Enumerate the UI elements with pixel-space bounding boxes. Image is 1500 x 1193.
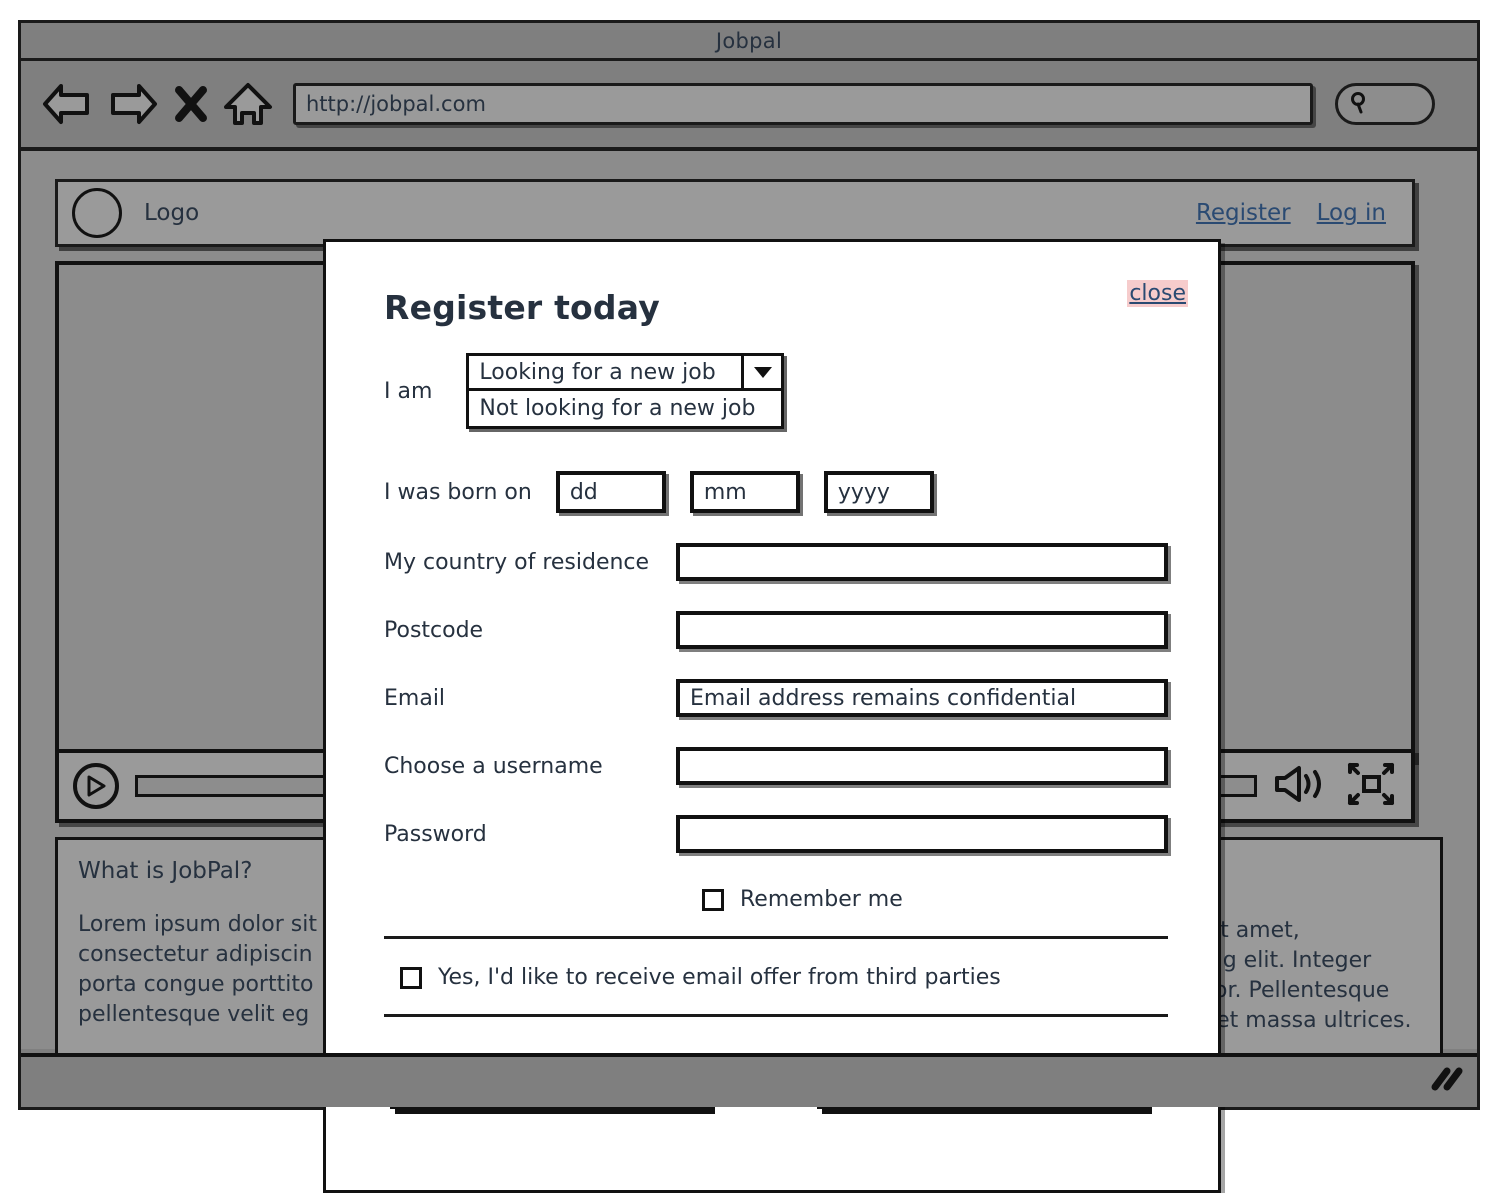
search-input[interactable] (1335, 83, 1435, 125)
country-of-residence-input[interactable] (676, 543, 1168, 581)
dob-day-input[interactable]: dd (555, 471, 666, 513)
resize-grip-icon[interactable] (1421, 1063, 1465, 1097)
email-label: Email (384, 685, 446, 711)
remember-me-checkbox[interactable] (702, 888, 724, 911)
window-title: Jobpal (715, 28, 783, 53)
register-dialog: close Register today I am Looking for a … (323, 239, 1221, 1193)
email-offers-checkbox[interactable] (400, 966, 422, 989)
back-arrow-icon[interactable] (41, 82, 93, 126)
i-am-option-label: Not looking for a new job (479, 396, 756, 421)
fullscreen-icon[interactable] (1345, 761, 1397, 811)
i-am-selected-value: Looking for a new job (479, 359, 716, 385)
password-row: Password (384, 815, 1168, 853)
password-input[interactable] (676, 815, 1168, 853)
page-viewport: Logo Register Log in What is JobPal? Lor… (21, 151, 1477, 1193)
divider-bottom (384, 1014, 1168, 1017)
url-bar[interactable]: http://jobpal.com (293, 83, 1313, 125)
username-row: Choose a username (384, 747, 1168, 785)
remember-me-row: Remember me (384, 887, 1168, 912)
status-bar (21, 1053, 1477, 1107)
browser-window: Jobpal http://jobpal.com Logo Register L… (18, 20, 1480, 1193)
nav-link-register[interactable]: Register (1196, 200, 1291, 226)
browser-toolbar: http://jobpal.com (21, 61, 1477, 151)
email-input[interactable]: Email address remains confidential (676, 679, 1168, 717)
postcode-label: Postcode (384, 617, 484, 643)
logo-label: Logo (144, 200, 200, 226)
url-text: http://jobpal.com (306, 92, 486, 116)
home-icon[interactable] (223, 81, 273, 127)
site-nav-links: Register Log in (1196, 200, 1386, 226)
dob-row: I was born on dd mm yyyy (384, 471, 1168, 513)
close-link[interactable]: close (1127, 280, 1188, 307)
dob-year-input[interactable]: yyyy (823, 471, 934, 513)
username-label: Choose a username (384, 753, 603, 779)
email-offers-label: Yes, I'd like to receive email offer fro… (438, 965, 1001, 990)
search-icon (1348, 90, 1372, 118)
email-row: Email Email address remains confidential (384, 679, 1168, 717)
forward-arrow-icon[interactable] (107, 82, 159, 126)
divider-top (384, 936, 1168, 939)
postcode-input[interactable] (676, 611, 1168, 649)
country-row: My country of residence (384, 543, 1168, 581)
i-am-label: I am (384, 378, 433, 404)
i-am-select[interactable]: Looking for a new job (466, 353, 785, 391)
i-am-option-not-looking[interactable]: Not looking for a new job (466, 391, 785, 429)
i-am-row: I am Looking for a new job Not looking f… (384, 353, 1168, 429)
remember-me-label: Remember me (740, 887, 903, 912)
postcode-row: Postcode (384, 611, 1168, 649)
window-title-bar: Jobpal (21, 23, 1477, 61)
password-label: Password (384, 821, 487, 847)
nav-link-login[interactable]: Log in (1317, 200, 1386, 226)
dob-month-input[interactable]: mm (689, 471, 800, 513)
play-icon[interactable] (73, 763, 119, 809)
volume-icon[interactable] (1273, 763, 1331, 809)
email-offers-row: Yes, I'd like to receive email offer fro… (384, 965, 1168, 990)
site-header: Logo Register Log in (55, 179, 1415, 247)
logo-circle-icon (72, 188, 122, 238)
dob-label: I was born on (384, 479, 532, 505)
browser-nav-icons (21, 81, 273, 127)
stop-x-icon[interactable] (173, 82, 209, 126)
chevron-down-icon[interactable] (741, 356, 781, 388)
username-input[interactable] (676, 747, 1168, 785)
country-of-residence-label: My country of residence (384, 549, 650, 575)
dialog-title: Register today (384, 288, 660, 327)
